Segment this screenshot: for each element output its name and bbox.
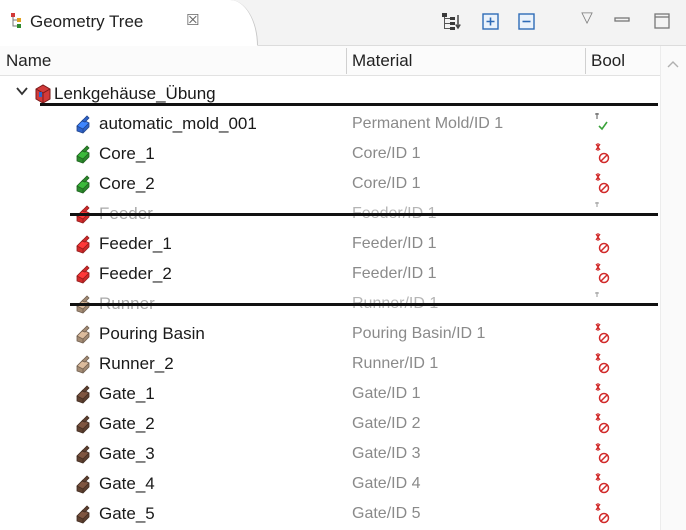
boolean-forbidden-icon[interactable] xyxy=(585,319,615,349)
strikethrough-line xyxy=(70,303,658,306)
tree-item-material: Gate/ID 1 xyxy=(352,385,421,402)
column-header-material[interactable]: Material xyxy=(352,51,412,71)
tree-item-label: Feeder_1 xyxy=(99,234,172,253)
geometry-part-icon xyxy=(73,114,93,134)
geometry-tree[interactable]: Lenkgehäuse_Übung automatic_mold_001 Perma… xyxy=(0,76,660,530)
close-icon[interactable]: ☒ xyxy=(186,11,199,29)
tab-geometry-tree[interactable]: Geometry Tree ☒ xyxy=(0,0,258,46)
column-header: Name Material Bool xyxy=(0,46,660,76)
tree-item-label: Gate_4 xyxy=(99,474,155,493)
tree-item-material: Permanent Mold/ID 1 xyxy=(352,115,504,132)
boolean-forbidden-icon[interactable] xyxy=(585,499,615,529)
expand-all-icon[interactable] xyxy=(480,11,502,33)
tree-item-material: Pouring Basin/ID 1 xyxy=(352,325,486,342)
boolean-forbidden-icon[interactable] xyxy=(585,439,615,469)
boolean-forbidden-icon[interactable] xyxy=(585,379,615,409)
geometry-tree-icon xyxy=(10,11,28,36)
boolean-forbidden-icon[interactable] xyxy=(585,349,615,379)
column-divider[interactable] xyxy=(585,48,586,74)
tree-item-material: Gate/ID 3 xyxy=(352,445,421,462)
view-tab-bar: Geometry Tree ☒ ▽ xyxy=(0,0,686,46)
tree-item-label: Runner_2 xyxy=(99,354,174,373)
vertical-scrollbar[interactable] xyxy=(660,46,686,530)
tree-item-label: Gate_1 xyxy=(99,384,155,403)
tree-item-label: Gate_3 xyxy=(99,444,155,463)
geometry-part-icon xyxy=(73,474,93,494)
boolean-forbidden-icon[interactable] xyxy=(585,169,615,199)
tree-item-label: Pouring Basin xyxy=(99,324,205,343)
tree-item-material: Runner/ID 1 xyxy=(352,355,439,372)
link-with-editor-icon[interactable] xyxy=(440,11,462,33)
column-header-bool[interactable]: Bool xyxy=(591,51,625,71)
tree-item-row[interactable]: Feeder_1 Feeder/ID 1 xyxy=(0,229,660,259)
view-menu-icon[interactable]: ▽ xyxy=(578,8,596,30)
boolean-forbidden-icon[interactable] xyxy=(585,229,615,259)
geometry-part-icon xyxy=(73,354,93,374)
tree-item-row[interactable]: Gate_3 Gate/ID 3 xyxy=(0,439,660,469)
tree-item-label: Core_1 xyxy=(99,144,155,163)
column-divider[interactable] xyxy=(346,48,347,74)
geometry-part-icon xyxy=(73,234,93,254)
geometry-part-icon xyxy=(73,444,93,464)
tree-item-material: Gate/ID 5 xyxy=(352,505,421,522)
tree-item-material: Feeder/ID 1 xyxy=(352,265,437,282)
tree-item-label: Gate_5 xyxy=(99,504,155,523)
column-header-name[interactable]: Name xyxy=(6,51,51,71)
tree-item-material: Feeder/ID 1 xyxy=(352,235,437,252)
geometry-part-icon xyxy=(73,324,93,344)
tree-item-material: Gate/ID 4 xyxy=(352,475,421,492)
geometry-part-icon xyxy=(73,264,93,284)
tree-item-material: Gate/ID 2 xyxy=(352,415,421,432)
tree-item-row[interactable]: Runner_2 Runner/ID 1 xyxy=(0,349,660,379)
tree-item-row[interactable]: Gate_5 Gate/ID 5 xyxy=(0,499,660,529)
strikethrough-line xyxy=(40,103,658,106)
tree-item-material: Core/ID 1 xyxy=(352,145,421,162)
strikethrough-line xyxy=(70,213,658,216)
tree-item-label: Core_2 xyxy=(99,174,155,193)
collapse-all-icon[interactable] xyxy=(516,11,538,33)
tree-item-label: Gate_2 xyxy=(99,414,155,433)
boolean-forbidden-icon[interactable] xyxy=(585,139,615,169)
tree-item-row[interactable]: Gate_1 Gate/ID 1 xyxy=(0,379,660,409)
geometry-part-icon xyxy=(73,504,93,524)
boolean-forbidden-icon[interactable] xyxy=(585,409,615,439)
tree-item-label: Lenkgehäuse_Übung xyxy=(54,84,216,103)
scroll-up-arrow-icon[interactable] xyxy=(667,56,679,68)
geometry-part-icon xyxy=(73,384,93,404)
tree-item-row[interactable]: Core_1 Core/ID 1 xyxy=(0,139,660,169)
tree-item-row[interactable]: Core_2 Core/ID 1 xyxy=(0,169,660,199)
tree-item-row[interactable]: Pouring Basin Pouring Basin/ID 1 xyxy=(0,319,660,349)
tree-item-label: automatic_mold_001 xyxy=(99,114,257,133)
minimize-icon[interactable] xyxy=(612,11,634,33)
assembly-icon xyxy=(33,84,53,104)
boolean-forbidden-icon[interactable] xyxy=(585,259,615,289)
chevron-down-icon[interactable] xyxy=(15,84,29,98)
tree-item-row[interactable]: Gate_4 Gate/ID 4 xyxy=(0,469,660,499)
tree-item-row[interactable]: automatic_mold_001 Permanent Mold/ID 1 xyxy=(0,109,660,139)
tree-item-row[interactable]: Gate_2 Gate/ID 2 xyxy=(0,409,660,439)
geometry-part-icon xyxy=(73,414,93,434)
boolean-forbidden-icon[interactable] xyxy=(585,469,615,499)
tab-title: Geometry Tree xyxy=(30,12,144,31)
tree-item-label: Feeder_2 xyxy=(99,264,172,283)
geometry-part-icon xyxy=(73,174,93,194)
maximize-icon[interactable] xyxy=(652,11,674,33)
geometry-part-icon xyxy=(73,144,93,164)
tree-item-row[interactable]: Feeder_2 Feeder/ID 1 xyxy=(0,259,660,289)
boolean-check-icon[interactable] xyxy=(585,109,615,139)
tree-item-material: Core/ID 1 xyxy=(352,175,421,192)
